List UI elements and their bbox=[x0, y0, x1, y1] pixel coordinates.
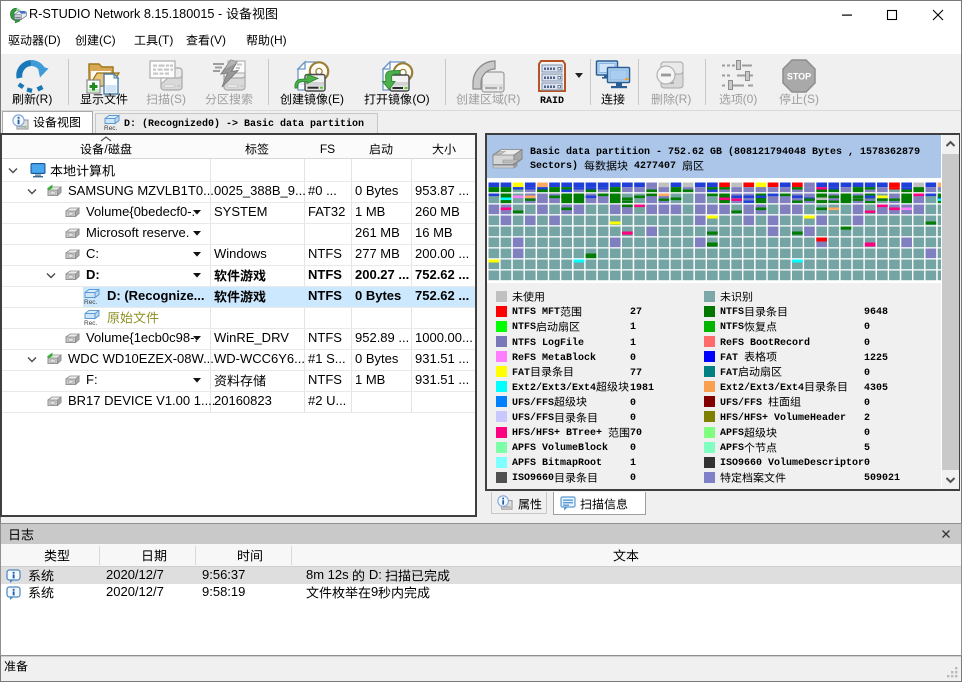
svg-text:STOP: STOP bbox=[787, 72, 811, 82]
svg-text:Rec.: Rec. bbox=[84, 299, 98, 305]
svg-text:Rec.: Rec. bbox=[84, 320, 98, 326]
svg-text:Rec.: Rec. bbox=[104, 125, 118, 131]
